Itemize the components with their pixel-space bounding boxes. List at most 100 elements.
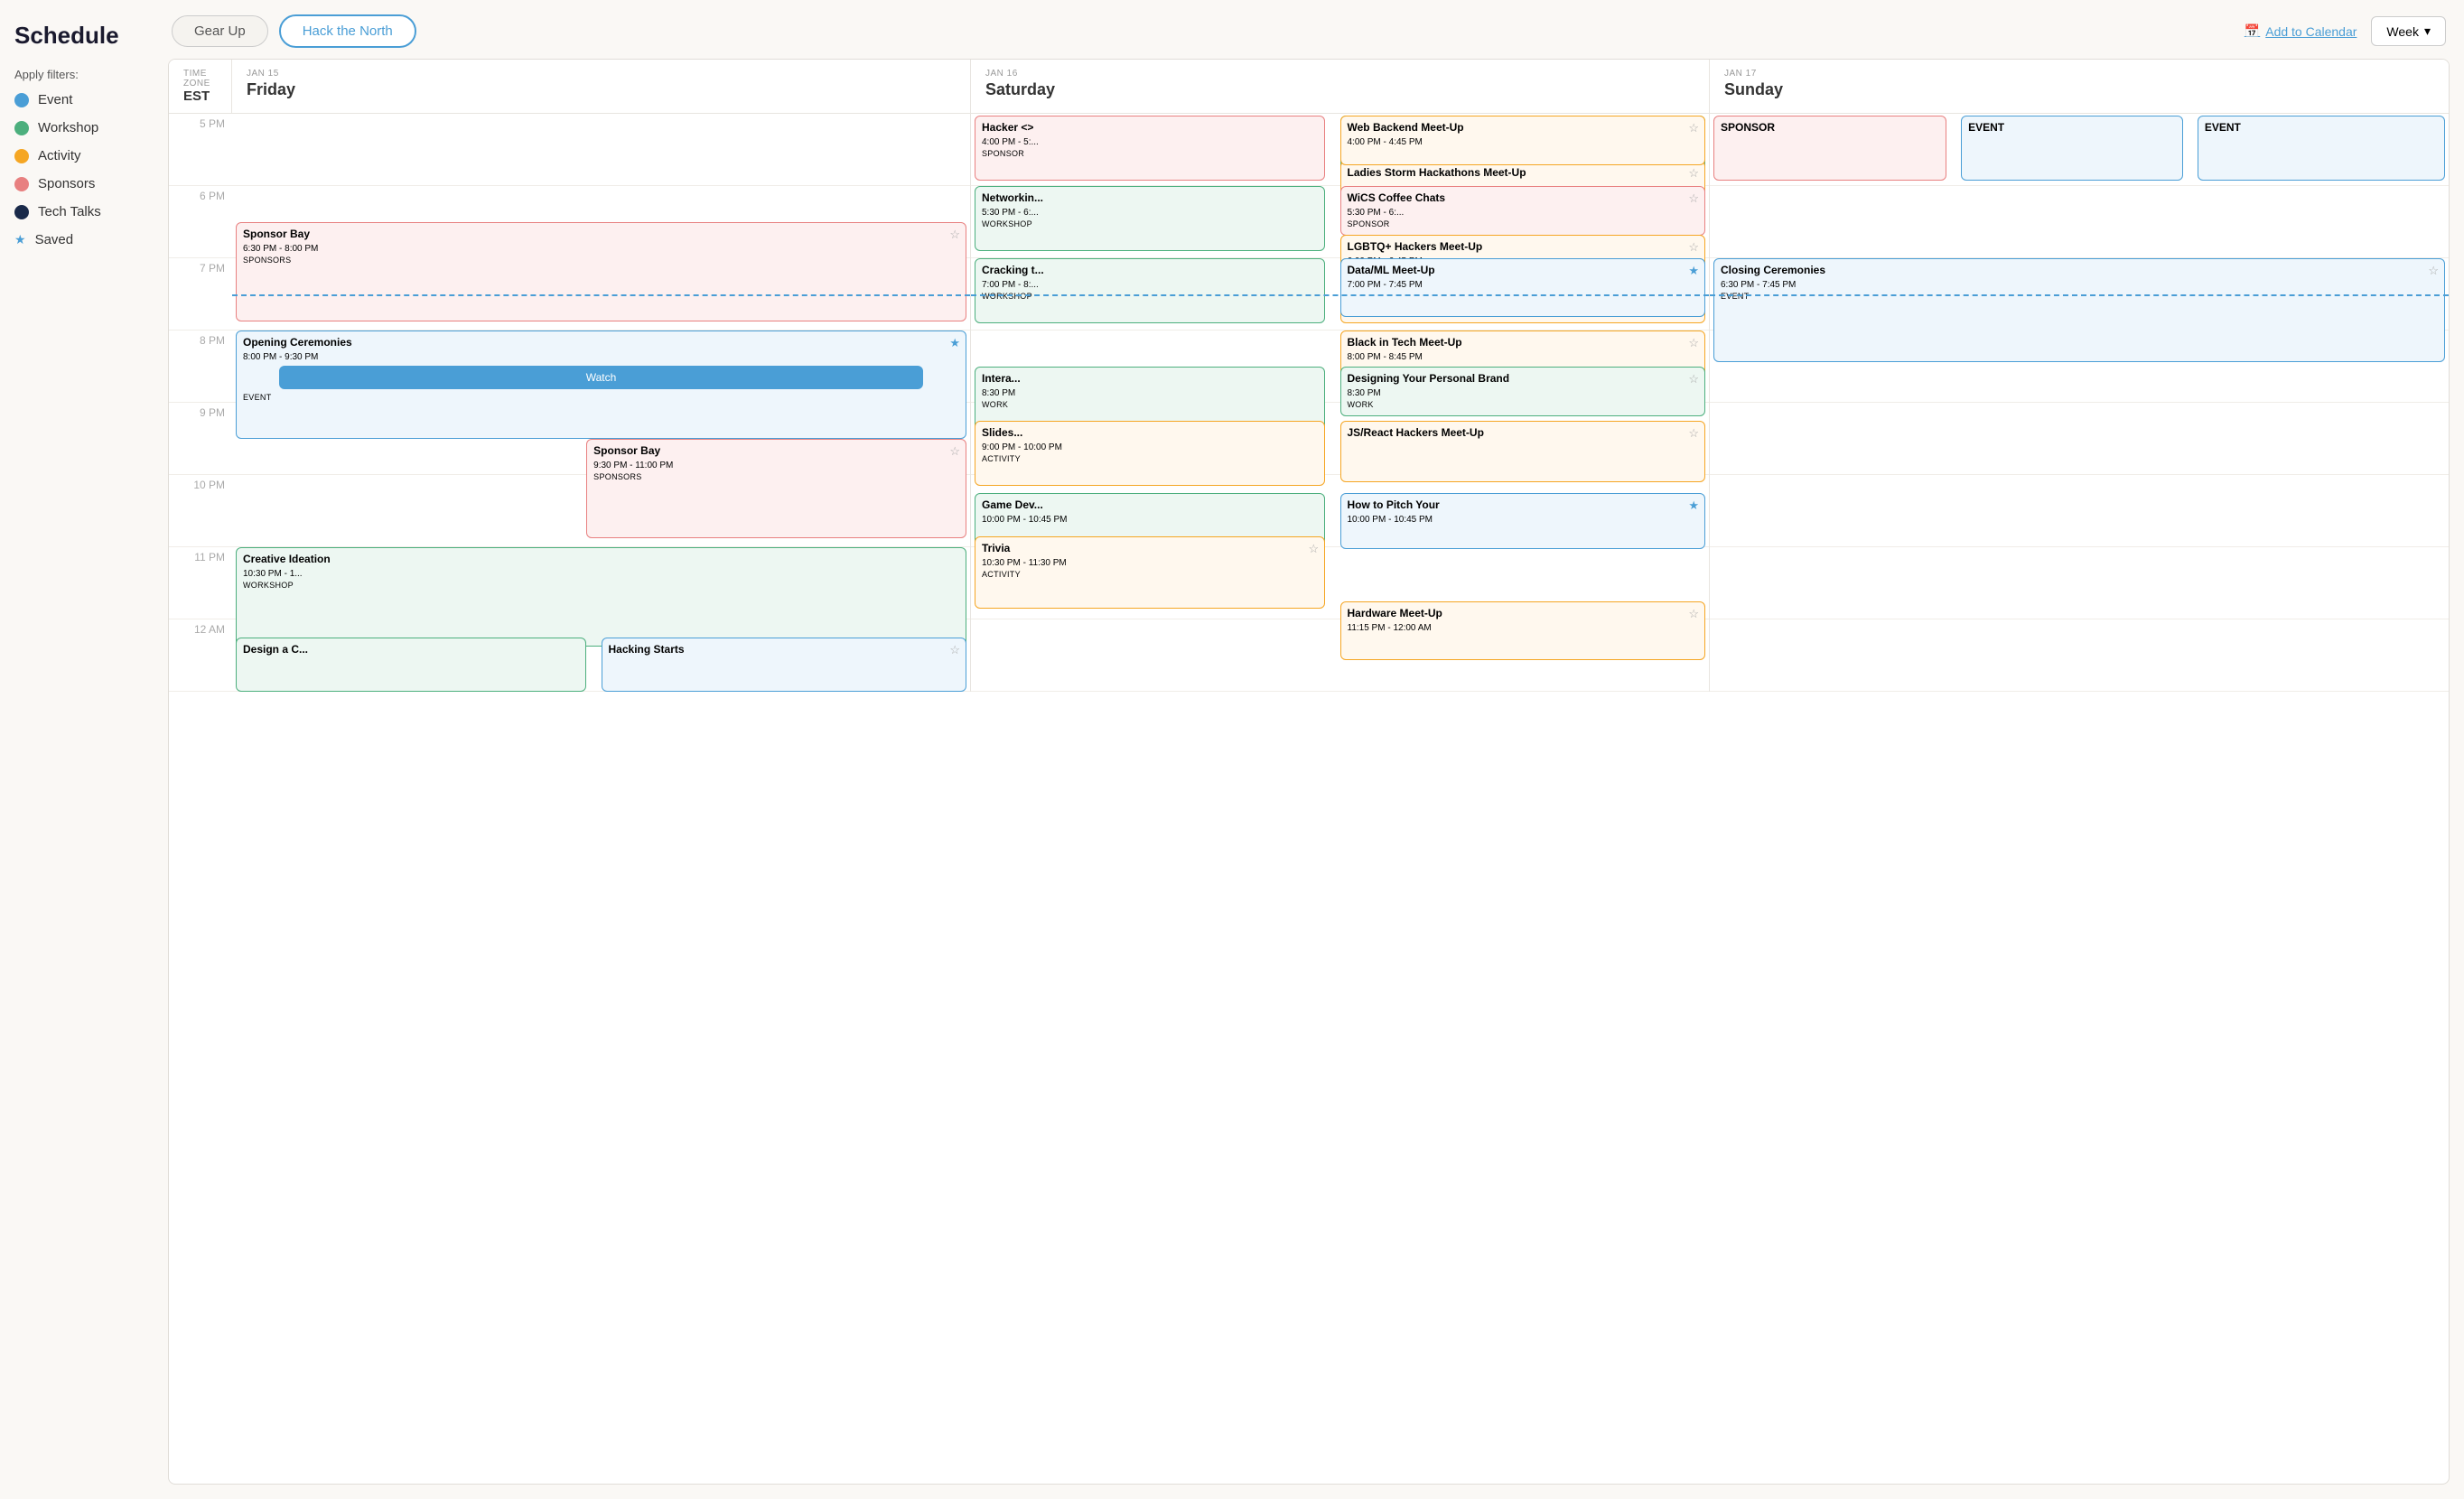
sun-time-indicator [1710,294,2449,296]
sidebar-item-sponsors[interactable]: Sponsors [14,176,139,191]
filter-label: Apply filters: [14,68,139,81]
event-how-to-pitch[interactable]: ★ How to Pitch Your 10:00 PM - 10:45 PM [1340,493,1706,549]
event-closing-ceremonies[interactable]: ☆ Closing Ceremonies 6:30 PM - 7:45 PM E… [1713,258,2445,362]
save-star-icon[interactable]: ★ [1688,264,1699,278]
timeslot-8pm: 8 PM [169,331,232,403]
saturday-name: Saturday [985,80,1694,99]
calendar-header: TIME ZONE EST JAN 15 Friday JAN 16 Satur… [169,60,2449,114]
save-star-icon[interactable]: ★ [949,336,960,350]
page-title: Schedule [14,22,139,50]
timezone-value: EST [183,88,217,104]
save-star-icon[interactable]: ☆ [949,643,960,657]
event-sunday-event2[interactable]: EVENT [2198,116,2445,181]
event-sponsor-bay-friday-2[interactable]: ☆ Sponsor Bay 9:30 PM - 11:00 PM SPONSOR… [586,439,966,538]
save-star-icon[interactable]: ☆ [1688,372,1699,386]
save-star-icon[interactable]: ☆ [949,228,960,242]
event-hacking-starts[interactable]: ☆ Hacking Starts [602,638,967,692]
saturday-date: JAN 16 [985,69,1694,79]
friday-column: ☆ Sponsor Bay 6:30 PM - 8:00 PM SPONSORS… [232,114,971,692]
sidebar-item-techtalks[interactable]: Tech Talks [14,204,139,219]
timeslot-10pm: 10 PM [169,475,232,547]
save-star-icon[interactable]: ☆ [1688,426,1699,441]
week-label: Week [2386,24,2419,39]
event-creative-ideation[interactable]: Creative Ideation 10:30 PM - 1... WORKSH… [236,547,966,647]
save-star-icon[interactable]: ☆ [1688,191,1699,206]
event-label: Event [38,92,72,107]
chevron-down-icon: ▾ [2424,23,2431,39]
activity-label: Activity [38,148,81,163]
event-designing-brand[interactable]: ☆ Designing Your Personal Brand 8:30 PM … [1340,367,1706,416]
save-star-icon[interactable]: ☆ [949,444,960,459]
sidebar-item-event[interactable]: Event [14,92,139,107]
topbar: Gear Up Hack the North 📅 Add to Calendar… [154,0,2464,59]
event-cracking[interactable]: Cracking t... 7:00 PM - 8:... WORKSHOP [975,258,1325,323]
timeslot-9pm: 9 PM [169,403,232,475]
sunday-name: Sunday [1724,80,2434,99]
sat-time-indicator [971,294,1709,296]
calendar-body: 5 PM 6 PM 7 PM 8 PM 9 PM 10 PM 11 PM 12 … [169,114,2449,692]
add-calendar-label: Add to Calendar [2265,24,2357,39]
tab-httn[interactable]: Hack the North [279,14,416,48]
event-sponsor-bay-friday[interactable]: ☆ Sponsor Bay 6:30 PM - 8:00 PM SPONSORS [236,222,966,321]
sun-slot-10pm [1710,475,2449,547]
save-star-icon[interactable]: ★ [1688,498,1699,513]
event-sunday-event1[interactable]: EVENT [1961,116,2182,181]
event-wics-coffee[interactable]: ☆ WiCS Coffee Chats 5:30 PM - 6:... SPON… [1340,186,1706,236]
event-hardware[interactable]: ☆ Hardware Meet-Up 11:15 PM - 12:00 AM [1340,601,1706,660]
event-opening-ceremonies[interactable]: ★ Opening Ceremonies 8:00 PM - 9:30 PM W… [236,331,966,439]
event-dataml[interactable]: ★ Data/ML Meet-Up 7:00 PM - 7:45 PM [1340,258,1706,317]
event-hacker-sponsor[interactable]: Hacker <> 4:00 PM - 5:... SPONSOR [975,116,1325,181]
sun-slot-12am [1710,619,2449,692]
event-dot [14,93,29,107]
event-networking[interactable]: Networkin... 5:30 PM - 6:... WORKSHOP [975,186,1325,251]
saturday-column: Hacker <> 4:00 PM - 5:... SPONSOR Embedd… [971,114,1710,692]
sunday-column: SPONSOR EVENT EVENT ☆ Closing Ceremonies… [1710,114,2449,692]
topbar-right: 📅 Add to Calendar Week ▾ [2245,16,2446,46]
sun-slot-6pm [1710,186,2449,258]
sunday-header: JAN 17 Sunday [1710,60,2449,113]
saturday-header: JAN 16 Saturday [971,60,1710,113]
workshop-label: Workshop [38,120,98,135]
sidebar: Schedule Apply filters: Event Workshop A… [0,0,154,1499]
sidebar-item-workshop[interactable]: Workshop [14,120,139,135]
calendar-icon: 📅 [2245,23,2260,39]
workshop-dot [14,121,29,135]
timezone-cell: TIME ZONE EST [169,60,232,113]
timezone-label: TIME ZONE [183,69,217,88]
timeslot-5pm: 5 PM [169,114,232,186]
friday-slot-5pm [232,114,970,186]
activity-dot [14,149,29,163]
tab-gearup[interactable]: Gear Up [172,15,268,47]
save-star-icon[interactable]: ☆ [1688,607,1699,621]
sponsors-dot [14,177,29,191]
techtalks-dot [14,205,29,219]
friday-name: Friday [247,80,956,99]
save-star-icon[interactable]: ☆ [1688,336,1699,350]
techtalks-label: Tech Talks [38,204,101,219]
save-star-icon[interactable]: ☆ [1688,240,1699,255]
save-star-icon[interactable]: ☆ [1688,121,1699,135]
save-star-icon[interactable]: ☆ [1688,166,1699,181]
timeslot-7pm: 7 PM [169,258,232,331]
event-sunday-sponsor[interactable]: SPONSOR [1713,116,1946,181]
week-selector-button[interactable]: Week ▾ [2371,16,2446,46]
event-design-c[interactable]: Design a C... [236,638,586,692]
event-trivia[interactable]: ☆ Trivia 10:30 PM - 11:30 PM ACTIVITY [975,536,1325,609]
sidebar-item-saved[interactable]: ★ Saved [14,232,139,247]
watch-button[interactable]: Watch [279,366,924,389]
save-star-icon[interactable]: ☆ [1309,542,1320,556]
add-calendar-button[interactable]: 📅 Add to Calendar [2245,23,2357,39]
sun-slot-9pm [1710,403,2449,475]
timeslot-11pm: 11 PM [169,547,232,619]
event-jsreact[interactable]: ☆ JS/React Hackers Meet-Up [1340,421,1706,482]
sponsors-label: Sponsors [38,176,95,191]
event-slides[interactable]: Slides... 9:00 PM - 10:00 PM ACTIVITY [975,421,1325,486]
event-web-backend[interactable]: ☆ Web Backend Meet-Up 4:00 PM - 4:45 PM [1340,116,1706,165]
sunday-date: JAN 17 [1724,69,2434,79]
save-star-icon[interactable]: ☆ [2428,264,2439,278]
time-column: 5 PM 6 PM 7 PM 8 PM 9 PM 10 PM 11 PM 12 … [169,114,232,692]
saved-star-icon: ★ [14,232,26,247]
sidebar-item-activity[interactable]: Activity [14,148,139,163]
sun-slot-11pm [1710,547,2449,619]
calendar-container: TIME ZONE EST JAN 15 Friday JAN 16 Satur… [168,59,2450,1485]
